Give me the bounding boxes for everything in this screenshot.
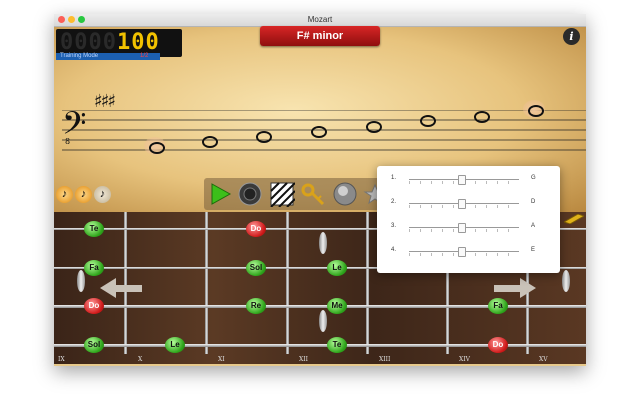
staff-note xyxy=(528,105,544,117)
tuning-slider-knob[interactable] xyxy=(457,247,466,257)
fret-marker-icon xyxy=(77,270,85,292)
tuning-slider-knob[interactable] xyxy=(457,223,466,233)
tuning-row: 3. A xyxy=(391,220,551,234)
fret-number: XIII xyxy=(379,356,391,363)
stop-button[interactable] xyxy=(332,181,358,207)
fret-marker-icon xyxy=(319,310,327,332)
key-icon-button[interactable] xyxy=(300,181,326,207)
window-title: Mozart xyxy=(307,15,333,24)
staff-note xyxy=(420,115,436,127)
key-signature-icon: ♯♯♯ xyxy=(94,91,116,112)
staff-note xyxy=(256,131,272,143)
ratio-label: 1/2 xyxy=(140,53,149,59)
tuning-row: 2. D xyxy=(391,196,551,210)
scroll-right-arrow-shaft xyxy=(494,285,522,292)
fret-number: XIV xyxy=(459,356,470,363)
fret-note-do[interactable]: Do xyxy=(84,298,104,314)
fret-wire xyxy=(124,212,127,354)
string-tuning-popover: 1. G 2. D 3. A 4. E xyxy=(377,166,560,273)
staff-note xyxy=(311,126,327,138)
pattern-button[interactable] xyxy=(269,181,296,208)
speaker-button[interactable] xyxy=(237,181,263,207)
tuning-slider-knob[interactable] xyxy=(457,175,466,185)
fret-note-le[interactable]: Le xyxy=(327,260,347,276)
tuning-row: 4. E xyxy=(391,244,551,258)
fret-number: XII xyxy=(299,356,309,363)
fret-number: X xyxy=(138,356,143,363)
fret-note-te[interactable]: Te xyxy=(84,221,104,237)
fret-wire xyxy=(366,212,369,354)
tuning-slider-knob[interactable] xyxy=(457,199,466,209)
tuning-pick-icon[interactable] xyxy=(562,211,586,225)
scroll-left-arrow-shaft xyxy=(114,285,142,292)
fret-number: XV xyxy=(539,356,548,363)
staff-note xyxy=(202,136,218,148)
scroll-right-arrow-icon[interactable] xyxy=(520,278,536,298)
fret-note-te[interactable]: Te xyxy=(327,337,347,353)
fret-note-fa[interactable]: Fa xyxy=(488,298,508,314)
staff-note xyxy=(366,121,382,133)
note-toggle-2-button[interactable]: ♪ xyxy=(75,186,92,203)
play-button[interactable] xyxy=(207,181,233,207)
key-banner: F# minor xyxy=(260,26,380,46)
fret-note-do[interactable]: Do xyxy=(488,337,508,353)
fret-note-fa[interactable]: Fa xyxy=(84,260,104,276)
string-name: E xyxy=(531,247,536,253)
fret-note-sol[interactable]: Sol xyxy=(84,337,104,353)
fret-number: IX xyxy=(58,356,65,363)
note-toggle-1-button[interactable]: ♪ xyxy=(56,186,73,203)
fret-note-sol[interactable]: Sol xyxy=(246,260,266,276)
string-number: 3. xyxy=(391,223,397,229)
score-dim-digits: 0000 xyxy=(60,30,117,55)
score-value: 100 xyxy=(116,30,160,55)
fret-note-do[interactable]: Do xyxy=(246,221,266,237)
fret-note-le[interactable]: Le xyxy=(165,337,185,353)
string-name: A xyxy=(531,223,536,229)
octave-marker: 8 xyxy=(65,137,71,146)
fret-note-me[interactable]: Me xyxy=(327,298,347,314)
string-number: 4. xyxy=(391,247,397,253)
fret-wire xyxy=(205,212,208,354)
staff-note xyxy=(149,142,165,154)
fret-wire xyxy=(286,212,289,354)
note-toggle-3-button[interactable]: ♪ xyxy=(94,186,111,203)
fret-marker-icon xyxy=(319,232,327,254)
string-number: 1. xyxy=(391,175,397,181)
info-button[interactable]: i xyxy=(563,28,580,45)
fret-number: XI xyxy=(218,356,225,363)
fret-note-re[interactable]: Re xyxy=(246,298,266,314)
tuning-row: 1. G xyxy=(391,172,551,186)
fret-marker-icon xyxy=(562,270,570,292)
string-number: 2. xyxy=(391,199,397,205)
string-name: D xyxy=(531,199,536,205)
string-name: G xyxy=(531,175,536,181)
staff-note xyxy=(474,111,490,123)
